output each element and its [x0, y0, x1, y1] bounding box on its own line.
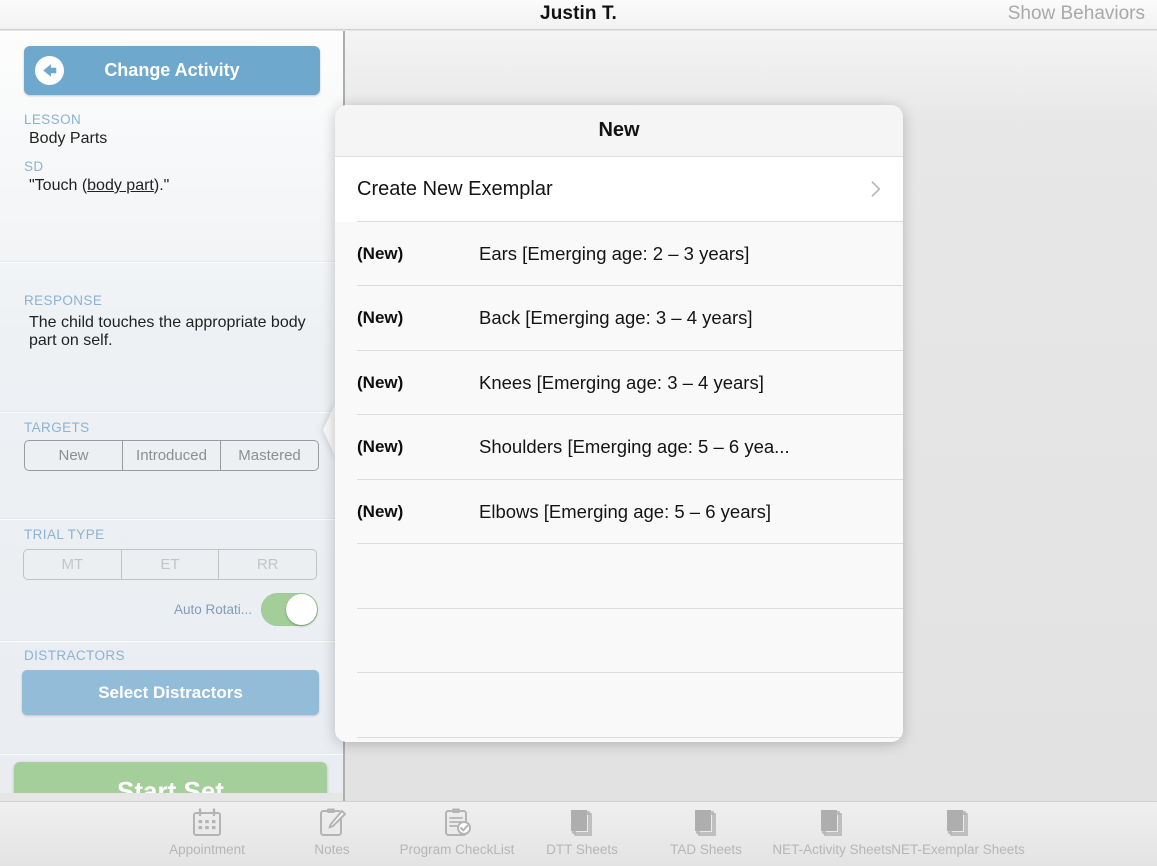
- response-label: RESPONSE: [24, 293, 103, 308]
- auto-rotation-toggle[interactable]: [261, 593, 318, 626]
- targets-label: TARGETS: [24, 420, 90, 435]
- tab-label: DTT Sheets: [546, 842, 618, 857]
- tab-label: Appointment: [169, 842, 245, 857]
- toggle-knob: [286, 594, 317, 625]
- exemplar-row[interactable]: (New) Shoulders [Emerging age: 5 – 6 yea…: [335, 415, 903, 480]
- exemplar-row-empty[interactable]: [335, 544, 903, 609]
- response-value: The child touches the appropriate body p…: [29, 314, 306, 349]
- targets-option-mastered[interactable]: Mastered: [221, 441, 318, 470]
- popover-title: New: [335, 105, 903, 157]
- tab-label: NET-Activity Sheets: [772, 842, 892, 857]
- trial-type-option-mt[interactable]: MT: [24, 550, 122, 579]
- targets-option-introduced[interactable]: Introduced: [123, 441, 221, 470]
- sheets-stack-icon: [762, 806, 902, 840]
- trial-type-label: TRIAL TYPE: [24, 527, 105, 542]
- exemplar-row[interactable]: (New) Ears [Emerging age: 2 – 3 years]: [335, 221, 903, 286]
- back-arrow-icon: [34, 55, 65, 86]
- tab-label: NET-Exemplar Sheets: [891, 842, 1025, 857]
- exemplar-row[interactable]: (New) Elbows [Emerging age: 5 – 6 years]: [335, 479, 903, 544]
- exemplar-status-tag: (New): [357, 243, 404, 263]
- exemplar-status-tag: (New): [357, 437, 404, 457]
- tab-bar: Appointment Notes Program CheckList DTT …: [0, 801, 1157, 866]
- sd-prefix: "Touch (: [29, 177, 88, 194]
- exemplar-status-tag: (New): [357, 372, 404, 392]
- page-title: Justin T.: [540, 3, 617, 24]
- start-set-button[interactable]: Start Set: [14, 762, 327, 793]
- create-new-exemplar-label: Create New Exemplar: [357, 177, 553, 200]
- tab-label: Notes: [314, 842, 350, 857]
- exemplar-status-tag: (New): [357, 501, 404, 521]
- change-activity-button[interactable]: Change Activity: [24, 46, 320, 95]
- divider: [0, 753, 343, 755]
- exemplar-row[interactable]: (New) Knees [Emerging age: 3 – 4 years]: [335, 350, 903, 415]
- change-activity-label: Change Activity: [104, 60, 240, 80]
- auto-rotation-label: Auto Rotati...: [173, 602, 252, 617]
- sidebar: Change Activity LESSON Body Parts SD "To…: [0, 31, 343, 793]
- exemplar-label: Knees [Emerging age: 3 – 4 years]: [479, 371, 764, 393]
- sd-label: SD: [24, 159, 44, 174]
- exemplar-label: Elbows [Emerging age: 5 – 6 years]: [479, 500, 772, 522]
- tab-label: Program CheckList: [399, 842, 515, 857]
- sheets-stack-icon: [651, 806, 761, 840]
- tab-net-activity-sheets[interactable]: NET-Activity Sheets: [762, 806, 902, 857]
- clipboard-check-icon: [385, 806, 529, 840]
- top-bar: Justin T. Show Behaviors: [0, 0, 1157, 30]
- notes-pencil-icon: [287, 806, 377, 840]
- trial-type-option-et[interactable]: ET: [122, 550, 220, 579]
- calendar-icon: [146, 806, 268, 840]
- divider: [0, 640, 343, 642]
- sd-suffix: ).": [153, 177, 170, 194]
- new-exemplar-popover: New Create New Exemplar (New) Ears [Emer…: [335, 105, 903, 742]
- tab-notes[interactable]: Notes: [287, 806, 377, 857]
- targets-option-new[interactable]: New: [25, 441, 123, 470]
- sd-value: "Touch (body part).": [29, 177, 169, 195]
- exemplar-label: Ears [Emerging age: 2 – 3 years]: [479, 242, 750, 264]
- exemplar-label: Shoulders [Emerging age: 5 – 6 yea...: [479, 436, 790, 458]
- trial-type-option-rr[interactable]: RR: [219, 550, 316, 579]
- divider: [0, 261, 343, 263]
- exemplar-label: Back [Emerging age: 3 – 4 years]: [479, 307, 753, 329]
- auto-rotation-row: Auto Rotati...: [174, 593, 318, 626]
- chevron-right-icon: [871, 181, 881, 197]
- tab-label: TAD Sheets: [670, 842, 742, 857]
- sheets-stack-icon: [527, 806, 637, 840]
- lesson-value: Body Parts: [29, 130, 108, 147]
- targets-segmented-control[interactable]: New Introduced Mastered: [24, 440, 319, 471]
- sd-underlined: body part: [87, 177, 154, 194]
- sheets-stack-icon: [886, 806, 1030, 840]
- tab-program-checklist[interactable]: Program CheckList: [385, 806, 529, 857]
- divider: [0, 411, 343, 413]
- exemplar-row-empty[interactable]: [335, 608, 903, 673]
- divider: [0, 518, 343, 520]
- create-new-exemplar-row[interactable]: Create New Exemplar: [335, 157, 903, 222]
- tab-tad-sheets[interactable]: TAD Sheets: [651, 806, 761, 857]
- tab-appointment[interactable]: Appointment: [146, 806, 268, 857]
- select-distractors-button[interactable]: Select Distractors: [22, 670, 319, 715]
- show-behaviors-button[interactable]: Show Behaviors: [1008, 3, 1145, 25]
- tab-dtt-sheets[interactable]: DTT Sheets: [527, 806, 637, 857]
- exemplar-row[interactable]: (New) Back [Emerging age: 3 – 4 years]: [335, 286, 903, 351]
- distractors-label: DISTRACTORS: [24, 648, 125, 663]
- lesson-label: LESSON: [24, 112, 82, 127]
- exemplar-status-tag: (New): [357, 308, 404, 328]
- trial-type-segmented-control[interactable]: MT ET RR: [23, 549, 317, 580]
- exemplar-row-empty[interactable]: [335, 673, 903, 738]
- tab-net-exemplar-sheets[interactable]: NET-Exemplar Sheets: [886, 806, 1030, 857]
- row-separator: [357, 736, 903, 738]
